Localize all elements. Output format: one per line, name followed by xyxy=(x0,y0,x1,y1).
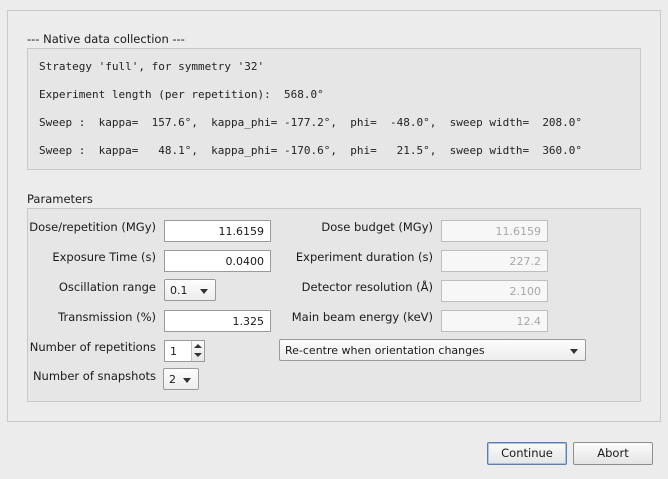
snapshots-select[interactable]: 2 xyxy=(163,368,199,390)
chevron-down-icon xyxy=(183,378,191,383)
snapshots-value: 2 xyxy=(169,373,176,386)
repetitions-stepper[interactable]: 1 xyxy=(164,340,205,362)
duration-field xyxy=(441,250,548,272)
transmission-label: Transmission (%) xyxy=(58,310,156,324)
chevron-down-icon xyxy=(200,289,208,294)
strategy-summary: Strategy 'full', for symmetry '32' Exper… xyxy=(27,48,641,170)
repetitions-label: Number of repetitions xyxy=(29,340,156,354)
dose-budget-label: Dose budget (MGy) xyxy=(321,220,433,234)
exposure-input[interactable] xyxy=(164,250,271,272)
oscillation-label: Oscillation range xyxy=(58,280,156,294)
recentre-select[interactable]: Re-centre when orientation changes xyxy=(279,339,586,361)
summary-line-length: Experiment length (per repetition): 568.… xyxy=(39,88,324,101)
dose-label: Dose/repetition (MGy) xyxy=(29,220,156,234)
energy-field xyxy=(441,310,548,332)
summary-title: --- Native data collection --- xyxy=(27,32,185,46)
summary-line-sweep-2: Sweep : kappa= 48.1°, kappa_phi= -170.6°… xyxy=(39,144,583,157)
chevron-up-icon[interactable] xyxy=(194,344,202,348)
dose-budget-field xyxy=(441,220,548,242)
repetitions-value: 1 xyxy=(170,345,177,358)
energy-label: Main beam energy (keV) xyxy=(291,310,433,324)
exposure-label: Exposure Time (s) xyxy=(52,250,156,264)
abort-button[interactable]: Abort xyxy=(573,442,653,465)
summary-line-strategy: Strategy 'full', for symmetry '32' xyxy=(39,60,265,73)
parameters-title: Parameters xyxy=(27,192,93,206)
resolution-field xyxy=(441,280,548,302)
summary-line-sweep-1: Sweep : kappa= 157.6°, kappa_phi= -177.2… xyxy=(39,116,583,129)
recentre-value: Re-centre when orientation changes xyxy=(285,344,485,357)
transmission-input[interactable] xyxy=(164,310,271,332)
dose-input[interactable] xyxy=(164,220,271,242)
resolution-label: Detector resolution (Å) xyxy=(301,280,433,294)
chevron-down-icon[interactable] xyxy=(194,353,202,357)
oscillation-range-value: 0.1 xyxy=(170,284,188,297)
duration-label: Experiment duration (s) xyxy=(295,250,433,264)
chevron-down-icon xyxy=(570,349,578,354)
stepper-buttons[interactable] xyxy=(191,341,204,361)
oscillation-range-select[interactable]: 0.1 xyxy=(164,279,216,301)
continue-button[interactable]: Continue xyxy=(487,442,567,465)
snapshots-label: Number of snapshots xyxy=(32,369,156,383)
